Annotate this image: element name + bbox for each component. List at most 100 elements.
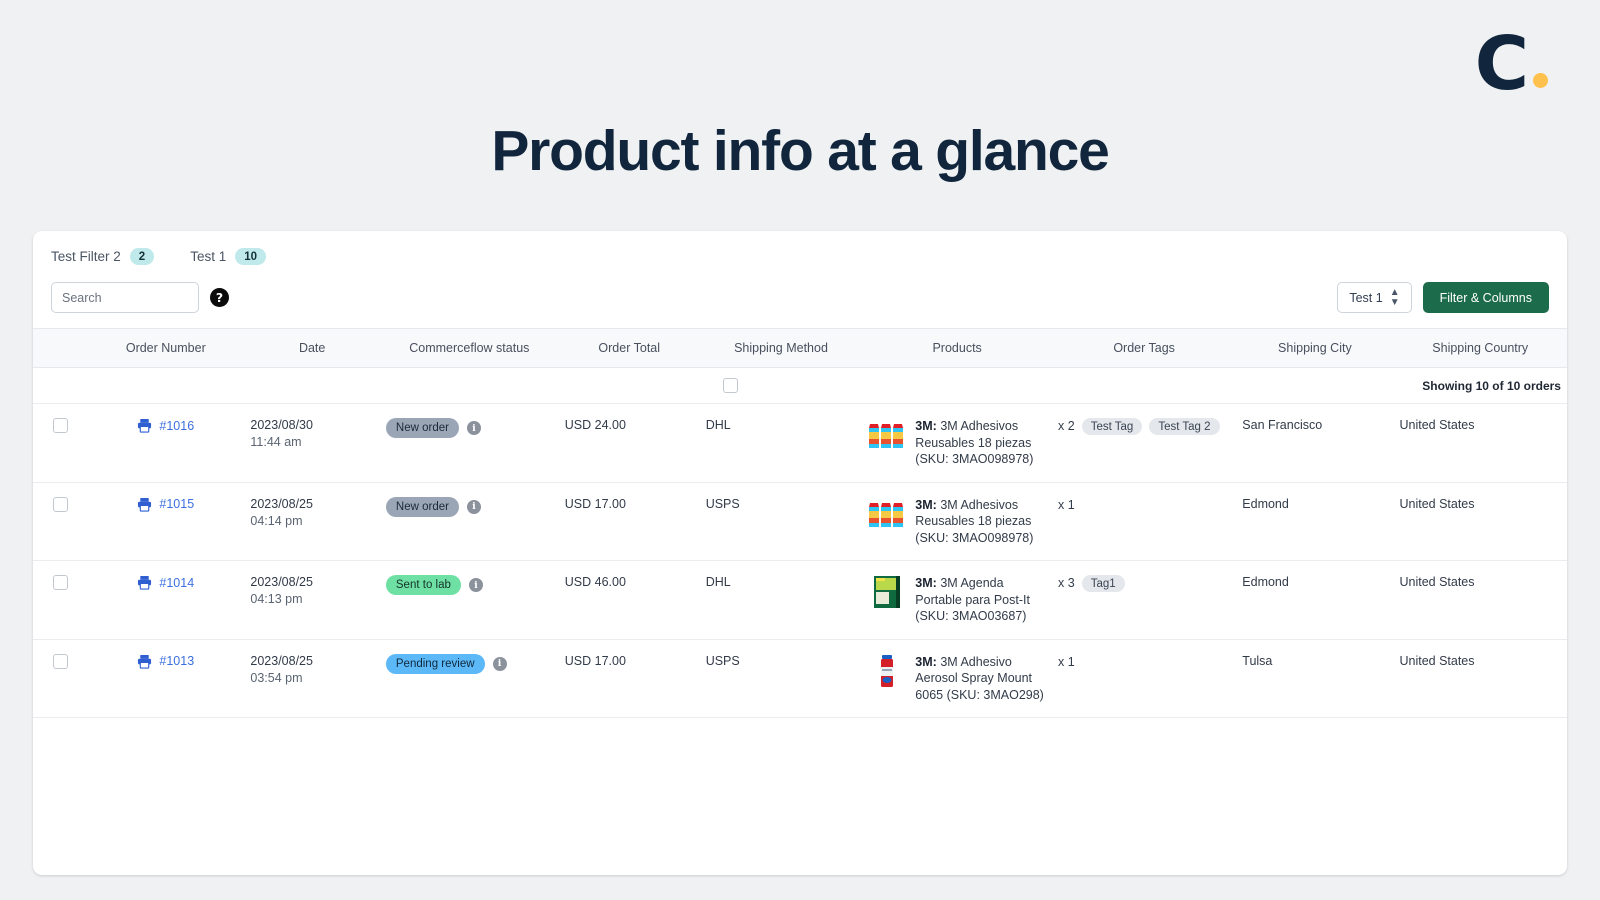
- search-input[interactable]: [51, 282, 199, 313]
- order-tag-pill[interactable]: Test Tag: [1082, 418, 1143, 435]
- brand-logo: C: [1475, 34, 1548, 95]
- printer-icon: [137, 575, 152, 590]
- order-number-cell: #1014: [87, 561, 244, 640]
- chevron-updown-icon: ▲▼: [1390, 288, 1400, 308]
- order-tag-pill[interactable]: Tag1: [1082, 575, 1125, 592]
- table-row[interactable]: #1016 2023/08/30 11:44 am New order i US…: [33, 404, 1567, 483]
- row-checkbox-cell: [33, 561, 87, 640]
- summary-row: Showing 10 of 10 orders: [33, 368, 1567, 404]
- order-tag-pill[interactable]: Test Tag 2: [1149, 418, 1219, 435]
- print-order-button[interactable]: [137, 575, 152, 590]
- order-time: 03:54 pm: [250, 671, 374, 685]
- product-quantity: x 1: [1058, 497, 1075, 512]
- date-cell: 2023/08/25 04:13 pm: [244, 561, 380, 640]
- shipping-method-cell: DHL: [700, 404, 863, 483]
- tab-count-badge: 10: [235, 248, 266, 265]
- summary-cell: Showing 10 of 10 orders: [33, 368, 1567, 404]
- print-order-button[interactable]: [137, 497, 152, 512]
- shipping-country-cell: United States: [1393, 482, 1567, 561]
- shipping-method-cell: DHL: [700, 561, 863, 640]
- shipping-city-cell: San Francisco: [1236, 404, 1393, 483]
- date-cell: 2023/08/25 03:54 pm: [244, 639, 380, 718]
- order-number-link[interactable]: #1013: [159, 654, 194, 668]
- shipping-city-cell: Edmond: [1236, 561, 1393, 640]
- info-icon[interactable]: i: [493, 657, 507, 671]
- tab-label: Test 1: [190, 249, 226, 264]
- order-date: 2023/08/25: [250, 497, 374, 511]
- row-checkbox[interactable]: [53, 418, 68, 433]
- header-shipping-country[interactable]: Shipping Country: [1393, 329, 1567, 368]
- table-summary-body: Showing 10 of 10 orders: [33, 368, 1567, 404]
- date-cell: 2023/08/25 04:14 pm: [244, 482, 380, 561]
- question-mark-icon[interactable]: ?: [210, 288, 229, 307]
- row-checkbox[interactable]: [53, 654, 68, 669]
- row-checkbox[interactable]: [53, 497, 68, 512]
- status-badge: Sent to lab: [386, 575, 461, 595]
- order-number-cell: #1016: [87, 404, 244, 483]
- print-order-button[interactable]: [137, 418, 152, 433]
- row-checkbox[interactable]: [53, 575, 68, 590]
- order-number-link[interactable]: #1015: [159, 497, 194, 511]
- page-root: C Product info at a glance Test Filter 2…: [0, 0, 1600, 900]
- row-checkbox-cell: [33, 639, 87, 718]
- order-time: 11:44 am: [250, 435, 374, 449]
- table-row[interactable]: #1014 2023/08/25 04:13 pm Sent to lab i …: [33, 561, 1567, 640]
- product-thumbnail: [868, 654, 906, 688]
- status-cell: New order i: [380, 482, 559, 561]
- header-checkbox-col: [33, 329, 87, 368]
- header-order-tags[interactable]: Order Tags: [1052, 329, 1236, 368]
- header-shipping-city[interactable]: Shipping City: [1236, 329, 1393, 368]
- product-thumbnail: [868, 575, 906, 609]
- info-icon[interactable]: i: [467, 421, 481, 435]
- product-quantity: x 1: [1058, 654, 1075, 669]
- header-order-number[interactable]: Order Number: [87, 329, 244, 368]
- header-commerceflow-status[interactable]: Commerceflow status: [380, 329, 559, 368]
- status-cell: Sent to lab i: [380, 561, 559, 640]
- header-shipping-method[interactable]: Shipping Method: [700, 329, 863, 368]
- tab-count-badge: 2: [130, 248, 154, 265]
- order-tags-cell: x 3 Tag1: [1052, 561, 1236, 640]
- logo-dot-icon: [1533, 73, 1548, 88]
- table-header: Order Number Date Commerceflow status Or…: [33, 329, 1567, 368]
- logo-letter-icon: C: [1475, 34, 1527, 95]
- order-date: 2023/08/25: [250, 575, 374, 589]
- shipping-country-cell: United States: [1393, 561, 1567, 640]
- shipping-country-cell: United States: [1393, 639, 1567, 718]
- filter-and-columns-button[interactable]: Filter & Columns: [1423, 282, 1549, 313]
- order-tags-cell: x 2 Test Tag Test Tag 2: [1052, 404, 1236, 483]
- order-tags-cell: x 1: [1052, 482, 1236, 561]
- date-cell: 2023/08/30 11:44 am: [244, 404, 380, 483]
- view-select[interactable]: Test 1 ▲▼: [1337, 282, 1411, 313]
- shipping-method-cell: USPS: [700, 482, 863, 561]
- printer-icon: [137, 418, 152, 433]
- print-order-button[interactable]: [137, 654, 152, 669]
- orders-card: Test Filter 2 2 Test 1 10 ? Test 1 ▲▼ Fi…: [33, 231, 1567, 875]
- header-products[interactable]: Products: [862, 329, 1052, 368]
- product-quantity: x 2: [1058, 418, 1075, 433]
- table-header-row: Order Number Date Commerceflow status Or…: [33, 329, 1567, 368]
- shipping-country-cell: United States: [1393, 404, 1567, 483]
- info-icon[interactable]: i: [467, 500, 481, 514]
- printer-icon: [137, 497, 152, 512]
- table-toolbar: ? Test 1 ▲▼ Filter & Columns: [33, 268, 1567, 328]
- tab-label: Test Filter 2: [51, 249, 121, 264]
- product-thumbnail: [868, 497, 906, 531]
- order-total-cell: USD 24.00: [559, 404, 700, 483]
- order-number-link[interactable]: #1016: [159, 419, 194, 433]
- header-date[interactable]: Date: [244, 329, 380, 368]
- products-cell: 3M: 3M Agenda Portable para Post-It (SKU…: [862, 561, 1052, 640]
- header-order-total[interactable]: Order Total: [559, 329, 700, 368]
- tab-test-1[interactable]: Test 1 10: [190, 245, 266, 268]
- tab-test-filter-2[interactable]: Test Filter 2 2: [51, 245, 154, 268]
- product-thumbnail: [868, 418, 906, 452]
- table-row[interactable]: #1013 2023/08/25 03:54 pm Pending review…: [33, 639, 1567, 718]
- order-number-link[interactable]: #1014: [159, 576, 194, 590]
- select-all-checkbox[interactable]: [723, 378, 738, 393]
- shipping-city-cell: Edmond: [1236, 482, 1393, 561]
- page-title: Product info at a glance: [0, 118, 1600, 184]
- toolbar-right-group: Test 1 ▲▼ Filter & Columns: [1337, 282, 1549, 313]
- toolbar-left-group: ?: [51, 282, 229, 313]
- info-icon[interactable]: i: [469, 578, 483, 592]
- table-row[interactable]: #1015 2023/08/25 04:14 pm New order i US…: [33, 482, 1567, 561]
- shipping-city-cell: Tulsa: [1236, 639, 1393, 718]
